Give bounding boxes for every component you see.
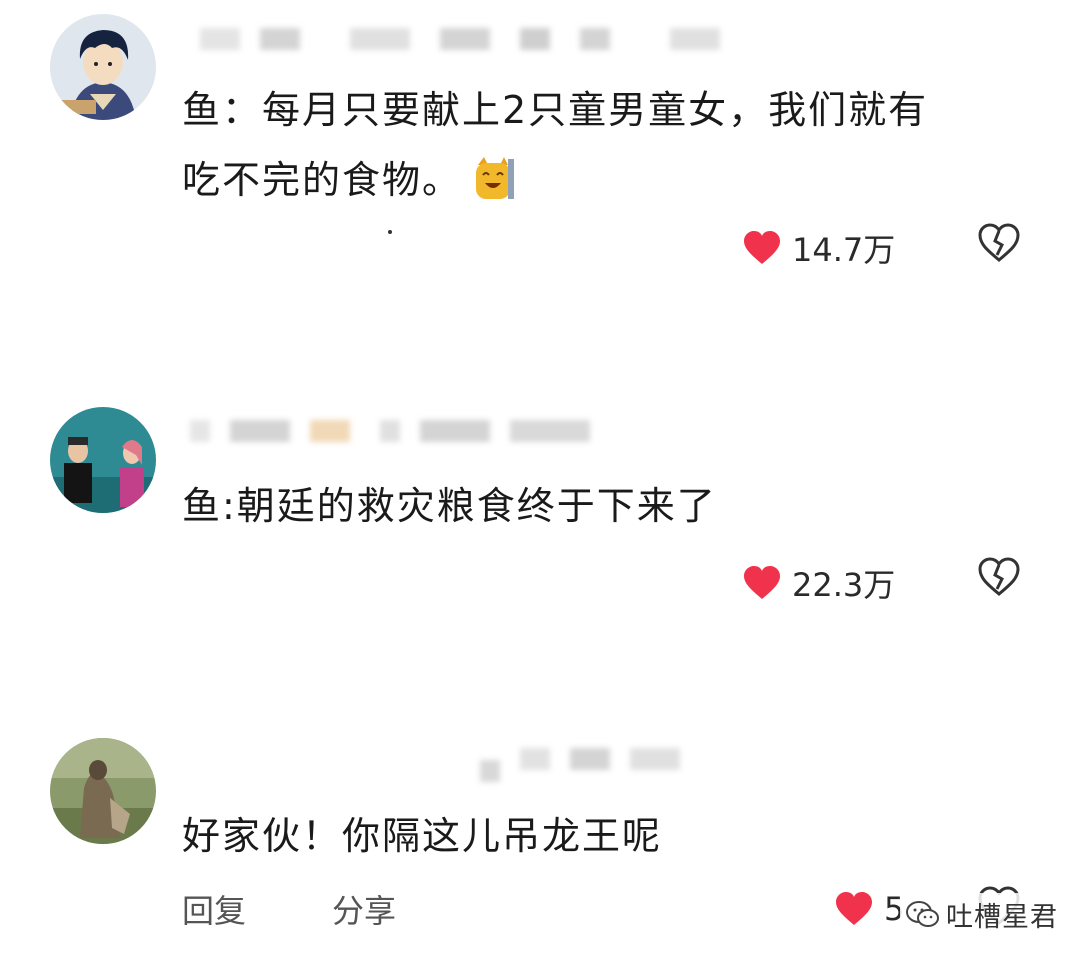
like-count-1: 14.7万 [792,231,896,269]
avatar-1[interactable] [50,14,156,120]
avatar-3[interactable] [50,738,156,844]
reply-button[interactable]: 回复 [182,886,246,932]
laughing-cat-emoji-icon [472,155,515,201]
stray-dot [388,230,392,234]
like-count-2: 22.3万 [792,566,896,604]
heart-icon [744,566,780,599]
watermark-text: 吐槽星君 [946,902,1058,933]
dislike-broken-heart-icon[interactable] [977,557,1021,597]
heart-icon [744,231,780,264]
like-button-1[interactable]: 14.7万 [742,225,895,271]
comment-text-3: 好家伙！你隔这儿吊龙王呢 [182,814,663,858]
username-blurred[interactable] [190,420,610,446]
heart-icon [836,892,872,925]
username-blurred[interactable] [480,748,700,782]
avatar-2[interactable] [50,407,156,513]
wechat-icon [906,900,939,927]
username-blurred[interactable] [200,28,730,54]
share-button[interactable]: 分享 [332,886,396,932]
like-button-2[interactable]: 22.3万 [742,560,895,606]
comment-text-2: 鱼:朝廷的救灾粮食终于下来了 [182,484,717,528]
like-button-3[interactable]: 5 [834,890,904,928]
comment-text-1: 鱼：每月只要献上2只童男童女，我们就有 吃不完的食物。 [182,88,929,202]
dislike-broken-heart-icon[interactable] [977,223,1021,263]
watermark: 吐槽星君 [900,893,1064,936]
